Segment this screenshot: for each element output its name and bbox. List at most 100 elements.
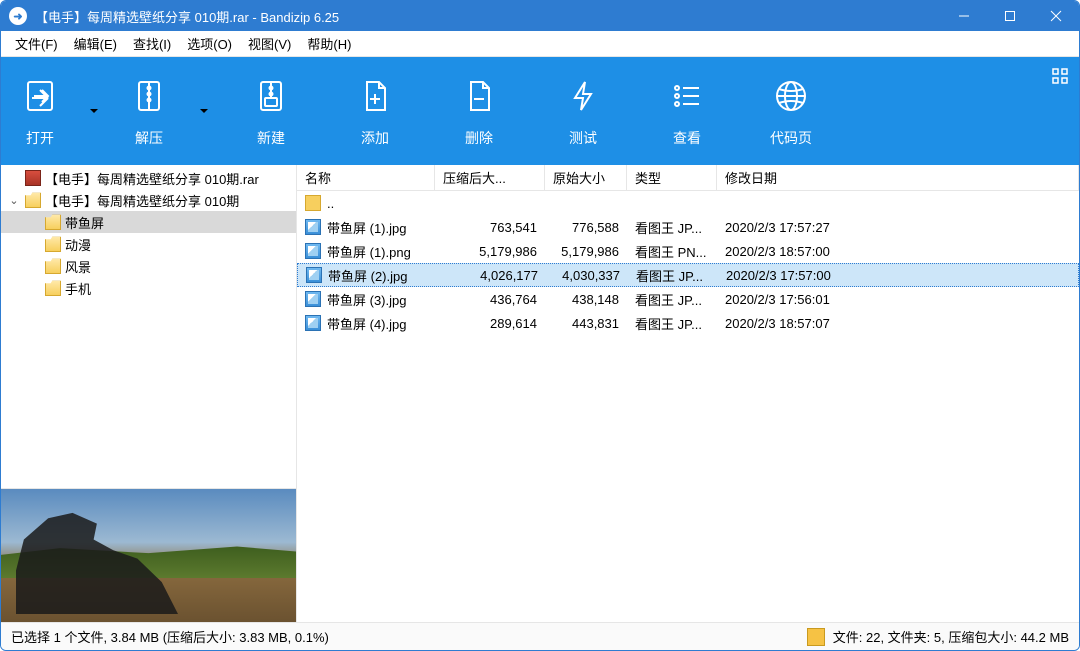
extract-icon <box>127 74 171 118</box>
view-icon <box>665 74 709 118</box>
app-window: ➜ 【电手】每周精选壁纸分享 010期.rar - Bandizip 6.25 … <box>0 0 1080 651</box>
menu-view[interactable]: 视图(V) <box>240 31 299 56</box>
toolbar-extract-button[interactable]: 解压 <box>109 57 189 165</box>
menu-file[interactable]: 文件(F) <box>7 31 66 56</box>
window-title: 【电手】每周精选壁纸分享 010期.rar - Bandizip 6.25 <box>35 7 941 26</box>
collapse-icon[interactable]: ⌄ <box>7 194 21 207</box>
folder-icon <box>45 236 61 252</box>
list-row[interactable]: 带鱼屏 (1).png5,179,9865,179,986看图王 PN...20… <box>297 239 1079 263</box>
col-original-size[interactable]: 原始大小 <box>545 165 627 190</box>
up-icon <box>305 195 321 211</box>
app-icon: ➜ <box>9 7 27 25</box>
cell-osize: 438,148 <box>545 292 627 307</box>
cell-csize: 436,764 <box>435 292 545 307</box>
status-bar: 已选择 1 个文件, 3.84 MB (压缩后大小: 3.83 MB, 0.1%… <box>1 622 1079 650</box>
column-headers: 名称 压缩后大... 原始大小 类型 修改日期 <box>297 165 1079 191</box>
cell-date: 2020/2/3 18:57:00 <box>717 244 1079 259</box>
body: 【电手】每周精选壁纸分享 010期.rar ⌄ 【电手】每周精选壁纸分享 010… <box>1 165 1079 622</box>
toolbar-add-button[interactable]: 添加 <box>323 57 427 165</box>
status-selection: 已选择 1 个文件, 3.84 MB (压缩后大小: 3.83 MB, 0.1%… <box>11 627 807 646</box>
tree-item[interactable]: 动漫 <box>1 233 296 255</box>
col-type[interactable]: 类型 <box>627 165 717 190</box>
window-controls <box>941 1 1079 31</box>
cell-date: 2020/2/3 18:57:07 <box>717 316 1079 331</box>
tree-label: 【电手】每周精选壁纸分享 010期.rar <box>45 169 259 188</box>
menu-edit[interactable]: 编辑(E) <box>66 31 125 56</box>
tree-item[interactable]: ⌄ 【电手】每周精选壁纸分享 010期 <box>1 189 296 211</box>
col-compressed-size[interactable]: 压缩后大... <box>435 165 545 190</box>
menu-help[interactable]: 帮助(H) <box>299 31 359 56</box>
toolbar-open-dropdown[interactable] <box>79 57 109 165</box>
archive-icon <box>25 170 41 186</box>
cell-name: 带鱼屏 (4).jpg <box>297 314 435 333</box>
toolbar-more-button[interactable] <box>1051 67 1069 90</box>
cell-csize: 763,541 <box>435 220 545 235</box>
cell-type: 看图王 JP... <box>627 290 717 309</box>
toolbar-open-button[interactable]: 打开 <box>1 57 79 165</box>
tree-label: 带鱼屏 <box>65 213 104 232</box>
archive-status-icon <box>807 628 825 646</box>
add-icon <box>353 74 397 118</box>
status-archive-info: 文件: 22, 文件夹: 5, 压缩包大小: 44.2 MB <box>833 627 1069 646</box>
grid-icon <box>1051 67 1069 85</box>
globe-icon <box>769 74 813 118</box>
image-file-icon <box>305 291 321 307</box>
file-list-panel: 名称 压缩后大... 原始大小 类型 修改日期 ..带鱼屏 (1).jpg763… <box>297 165 1079 622</box>
folder-icon <box>45 280 61 296</box>
list-row[interactable]: 带鱼屏 (2).jpg4,026,1774,030,337看图王 JP...20… <box>297 263 1079 287</box>
menu-find[interactable]: 查找(I) <box>125 31 179 56</box>
cell-type: 看图王 JP... <box>628 266 718 285</box>
toolbar-codepage-button[interactable]: 代码页 <box>739 57 843 165</box>
minimize-button[interactable] <box>941 1 987 31</box>
toolbar-new-label: 新建 <box>257 128 285 148</box>
maximize-button[interactable] <box>987 1 1033 31</box>
cell-date: 2020/2/3 17:56:01 <box>717 292 1079 307</box>
open-icon <box>18 74 62 118</box>
tree-label: 风景 <box>65 257 91 276</box>
toolbar-view-button[interactable]: 查看 <box>635 57 739 165</box>
toolbar-codepage-label: 代码页 <box>770 128 812 148</box>
toolbar-extract-dropdown[interactable] <box>189 57 219 165</box>
cell-type: 看图王 JP... <box>627 314 717 333</box>
col-name[interactable]: 名称 <box>297 165 435 190</box>
toolbar-extract-label: 解压 <box>135 128 163 148</box>
preview-pane <box>1 488 296 622</box>
image-file-icon <box>305 243 321 259</box>
folder-icon <box>45 258 61 274</box>
side-panel: 【电手】每周精选壁纸分享 010期.rar ⌄ 【电手】每周精选壁纸分享 010… <box>1 165 297 622</box>
tree-item-selected[interactable]: 带鱼屏 <box>1 211 296 233</box>
tree-item[interactable]: 手机 <box>1 277 296 299</box>
delete-icon <box>457 74 501 118</box>
chevron-down-icon <box>88 105 100 117</box>
close-button[interactable] <box>1033 1 1079 31</box>
folder-tree[interactable]: 【电手】每周精选壁纸分享 010期.rar ⌄ 【电手】每周精选壁纸分享 010… <box>1 165 296 488</box>
list-row[interactable]: 带鱼屏 (3).jpg436,764438,148看图王 JP...2020/2… <box>297 287 1079 311</box>
cell-date: 2020/2/3 17:57:27 <box>717 220 1079 235</box>
test-icon <box>561 74 605 118</box>
col-date[interactable]: 修改日期 <box>717 165 1079 190</box>
toolbar-view-label: 查看 <box>673 128 701 148</box>
toolbar-delete-button[interactable]: 删除 <box>427 57 531 165</box>
toolbar-open-label: 打开 <box>26 128 54 148</box>
chevron-down-icon <box>198 105 210 117</box>
tree-item[interactable]: 风景 <box>1 255 296 277</box>
tree-label: 动漫 <box>65 235 91 254</box>
list-row[interactable]: .. <box>297 191 1079 215</box>
cell-csize: 4,026,177 <box>436 268 546 283</box>
toolbar: 打开 解压 新建 添加 删除 测试 查看 <box>1 57 1079 165</box>
tree-root[interactable]: 【电手】每周精选壁纸分享 010期.rar <box>1 167 296 189</box>
menu-bar: 文件(F) 编辑(E) 查找(I) 选项(O) 视图(V) 帮助(H) <box>1 31 1079 57</box>
list-row[interactable]: 带鱼屏 (1).jpg763,541776,588看图王 JP...2020/2… <box>297 215 1079 239</box>
file-list[interactable]: ..带鱼屏 (1).jpg763,541776,588看图王 JP...2020… <box>297 191 1079 622</box>
toolbar-test-button[interactable]: 测试 <box>531 57 635 165</box>
cell-osize: 443,831 <box>545 316 627 331</box>
cell-name: 带鱼屏 (1).jpg <box>297 218 435 237</box>
image-file-icon <box>305 219 321 235</box>
title-bar: ➜ 【电手】每周精选壁纸分享 010期.rar - Bandizip 6.25 <box>1 1 1079 31</box>
cell-name: 带鱼屏 (3).jpg <box>297 290 435 309</box>
toolbar-new-button[interactable]: 新建 <box>219 57 323 165</box>
new-icon <box>249 74 293 118</box>
list-row[interactable]: 带鱼屏 (4).jpg289,614443,831看图王 JP...2020/2… <box>297 311 1079 335</box>
menu-options[interactable]: 选项(O) <box>179 31 240 56</box>
cell-date: 2020/2/3 17:57:00 <box>718 268 1078 283</box>
